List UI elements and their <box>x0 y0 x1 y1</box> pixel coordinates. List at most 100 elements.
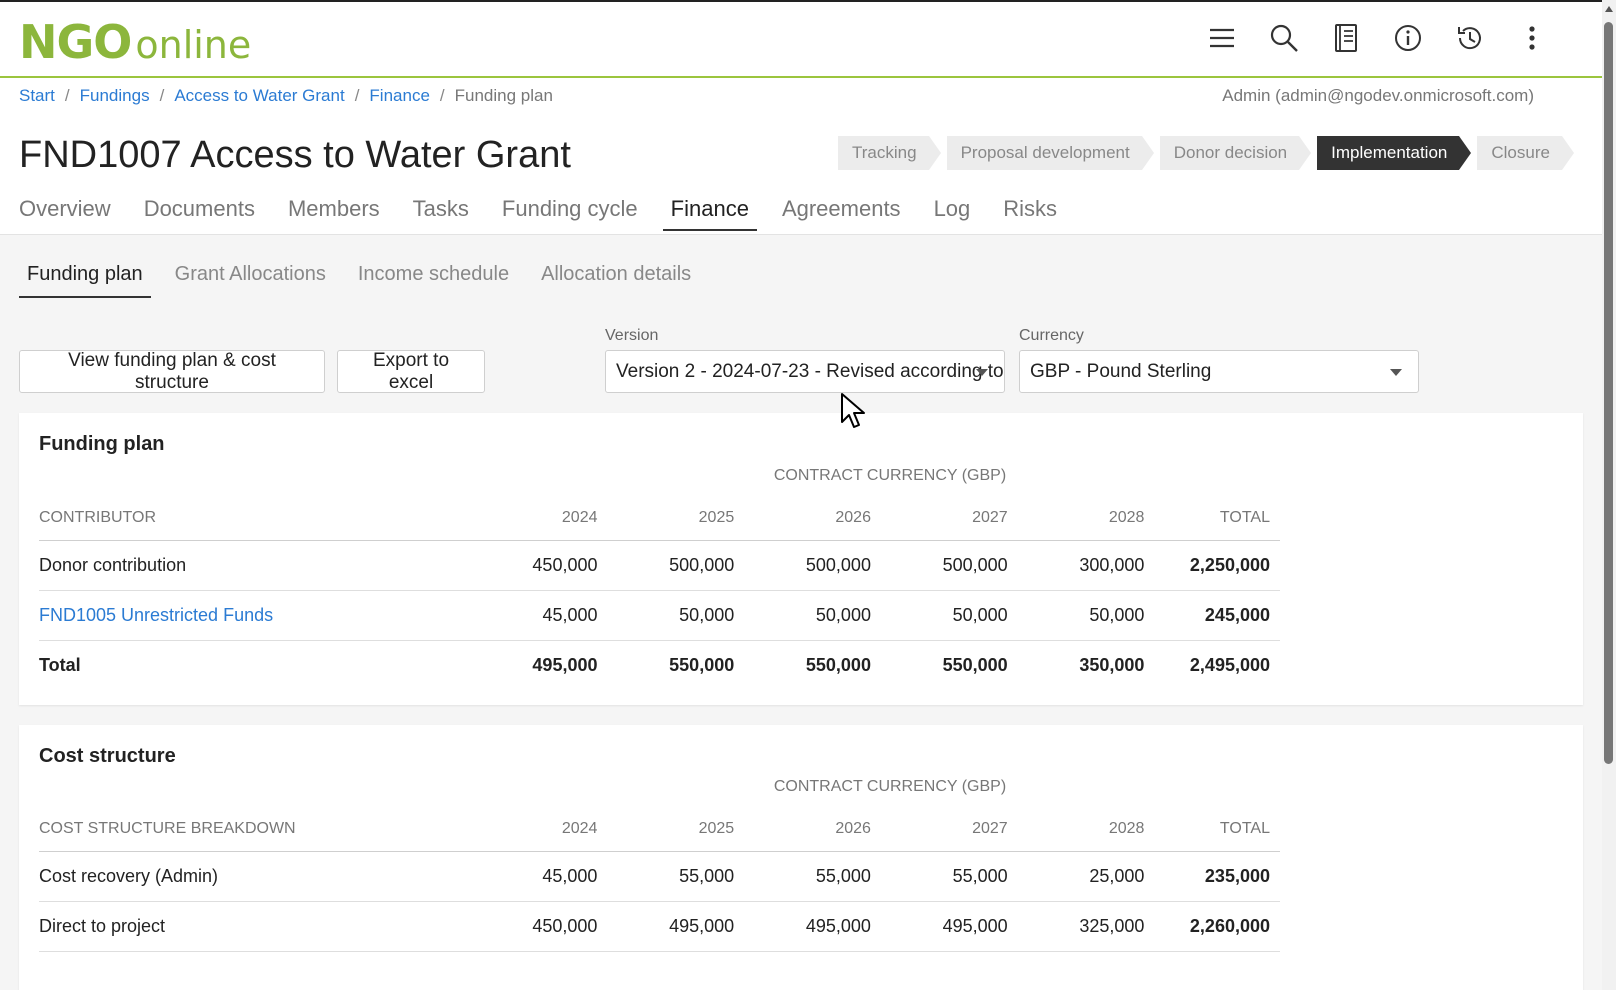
tab-finance[interactable]: Finance <box>662 196 758 231</box>
tab-agreements[interactable]: Agreements <box>782 196 901 228</box>
chevron-down-icon <box>1390 369 1402 376</box>
subtab-funding-plan[interactable]: Funding plan <box>19 263 151 298</box>
chevron-down-icon <box>976 369 988 376</box>
column-header: 2025 <box>597 496 735 541</box>
version-select[interactable]: Version 2 - 2024-07-23 - Revised accordi… <box>605 350 1005 393</box>
breadcrumb: Start / Fundings / Access to Water Grant… <box>19 86 553 106</box>
column-header: 2026 <box>734 807 871 852</box>
column-header: 2025 <box>597 807 735 852</box>
subtab-grant-allocations[interactable]: Grant Allocations <box>167 263 334 298</box>
contributor-link[interactable]: FND1005 Unrestricted Funds <box>39 605 273 625</box>
cost-structure-title: Cost structure <box>39 745 176 767</box>
contributor-name: Donor contribution <box>39 540 461 591</box>
view-funding-plan-button[interactable]: View funding plan & cost structure <box>19 350 325 393</box>
funding-plan-title: Funding plan <box>39 433 165 455</box>
table-row: Direct to project 450,000 495,000 495,00… <box>39 901 1280 952</box>
breadcrumb-funding[interactable]: Access to Water Grant <box>174 86 344 106</box>
logo[interactable]: NGO online <box>19 15 251 69</box>
column-header: 2028 <box>1007 496 1145 541</box>
scroll-up-arrow-icon[interactable] <box>1605 6 1613 12</box>
book-icon[interactable] <box>1328 20 1364 56</box>
stage-tracking[interactable]: Tracking <box>838 136 941 170</box>
row-total: 2,250,000 <box>1144 540 1280 591</box>
tab-funding-cycle[interactable]: Funding cycle <box>502 196 638 228</box>
table-cell: 45,000 <box>460 590 598 641</box>
currency-select-value: GBP - Pound Sterling <box>1030 360 1212 382</box>
total-label: Total <box>39 654 81 675</box>
table-row: FND1005 Unrestricted Funds 45,000 50,000… <box>39 590 1280 641</box>
sub-tabs: Funding plan Grant Allocations Income sc… <box>19 263 715 298</box>
stage-proposal-development[interactable]: Proposal development <box>946 136 1154 170</box>
stage-donor-decision[interactable]: Donor decision <box>1159 136 1312 170</box>
tab-documents[interactable]: Documents <box>144 196 255 228</box>
tab-risks[interactable]: Risks <box>1003 196 1057 228</box>
version-label: Version <box>605 327 659 344</box>
table-cell: 55,000 <box>597 851 735 902</box>
subtab-allocation-details[interactable]: Allocation details <box>533 263 699 298</box>
column-header: TOTAL <box>1144 496 1280 541</box>
tab-tasks[interactable]: Tasks <box>413 196 469 228</box>
stage-implementation[interactable]: Implementation <box>1317 136 1472 170</box>
breadcrumb-fundings[interactable]: Fundings <box>80 86 150 106</box>
tab-log[interactable]: Log <box>934 196 971 228</box>
breadcrumb-finance[interactable]: Finance <box>369 86 429 106</box>
stage-closure[interactable]: Closure <box>1477 136 1574 170</box>
page-scrollbar[interactable] <box>1602 0 1616 990</box>
table-cell: 495,000 <box>532 654 598 675</box>
row-total: 235,000 <box>1144 851 1280 902</box>
column-header: 2027 <box>870 807 1008 852</box>
table-cell: 550,000 <box>669 654 735 675</box>
logo-online: online <box>135 23 252 67</box>
funding-plan-table: CONTRIBUTOR 2024 2025 2026 2027 2028 TOT… <box>39 496 1280 690</box>
column-header: COST STRUCTURE BREAKDOWN <box>39 807 461 852</box>
table-cell: 550,000 <box>805 654 871 675</box>
table-cell: 50,000 <box>870 590 1008 641</box>
cost-structure-card: Cost structure CONTRACT CURRENCY (GBP) C… <box>19 725 1583 990</box>
history-icon[interactable] <box>1452 20 1488 56</box>
table-cell: 50,000 <box>734 590 871 641</box>
breadcrumb-separator: / <box>354 86 360 105</box>
breadcrumb-start[interactable]: Start <box>19 86 55 106</box>
stage-progress: Tracking Proposal development Donor deci… <box>838 136 1580 170</box>
breadcrumb-separator: / <box>159 86 165 105</box>
top-header: NGO online <box>0 0 1616 78</box>
grand-total: 2,495,000 <box>1189 654 1270 675</box>
table-cell: 300,000 <box>1007 540 1145 591</box>
breadcrumb-separator: / <box>64 86 70 105</box>
currency-caption: CONTRACT CURRENCY (GBP) <box>773 778 1007 795</box>
row-total: 2,260,000 <box>1144 901 1280 952</box>
info-icon[interactable] <box>1390 20 1426 56</box>
table-cell: 495,000 <box>597 901 735 952</box>
table-header-row: CONTRIBUTOR 2024 2025 2026 2027 2028 TOT… <box>39 496 1280 541</box>
contributor-name: FND1005 Unrestricted Funds <box>39 590 461 641</box>
column-header: 2024 <box>460 496 598 541</box>
table-row: Cost recovery (Admin) 45,000 55,000 55,0… <box>39 851 1280 902</box>
currency-select[interactable]: GBP - Pound Sterling <box>1019 350 1419 393</box>
mouse-cursor-icon <box>841 393 865 428</box>
scroll-thumb[interactable] <box>1604 22 1613 764</box>
tab-members[interactable]: Members <box>288 196 380 228</box>
table-cell: 55,000 <box>870 851 1008 902</box>
table-header-row: COST STRUCTURE BREAKDOWN 2024 2025 2026 … <box>39 807 1280 852</box>
funding-plan-card: Funding plan CONTRACT CURRENCY (GBP) CON… <box>19 413 1583 705</box>
column-header: 2024 <box>460 807 598 852</box>
version-select-value: Version 2 - 2024-07-23 - Revised accordi… <box>616 360 1004 382</box>
table-cell: 450,000 <box>460 901 598 952</box>
table-total-row: Total 495,000 550,000 550,000 550,000 35… <box>39 640 1280 690</box>
subtab-income-schedule[interactable]: Income schedule <box>350 263 517 298</box>
table-cell: 495,000 <box>734 901 871 952</box>
tab-overview[interactable]: Overview <box>19 196 111 228</box>
table-cell: 50,000 <box>1007 590 1145 641</box>
main-tabs: Overview Documents Members Tasks Funding… <box>19 196 1090 231</box>
table-cell: 450,000 <box>460 540 598 591</box>
menu-icon[interactable] <box>1204 20 1240 56</box>
export-excel-button[interactable]: Export to excel <box>337 350 485 393</box>
table-cell: 495,000 <box>870 901 1008 952</box>
search-icon[interactable] <box>1266 20 1302 56</box>
user-info[interactable]: Admin (admin@ngodev.onmicrosoft.com) <box>1222 86 1534 106</box>
currency-caption: CONTRACT CURRENCY (GBP) <box>773 467 1007 484</box>
finance-content: Funding plan Grant Allocations Income sc… <box>0 235 1602 990</box>
more-vertical-icon[interactable] <box>1514 20 1550 56</box>
page-title: FND1007 Access to Water Grant <box>19 134 571 176</box>
cost-item-name: Direct to project <box>39 901 461 952</box>
